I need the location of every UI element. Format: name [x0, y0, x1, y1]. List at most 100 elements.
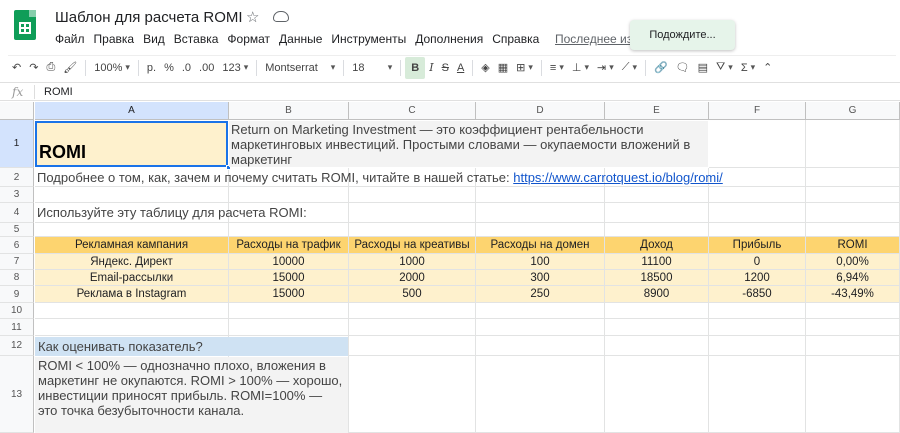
undo-icon[interactable]: ↶: [8, 57, 25, 79]
menu-addons[interactable]: Дополнения: [415, 32, 483, 46]
grid-cell[interactable]: [229, 187, 349, 203]
filter-icon[interactable]: ⛛: [712, 57, 737, 79]
grid-cell[interactable]: [709, 223, 806, 237]
table-header-income[interactable]: Доход: [605, 237, 709, 254]
insert-comment-icon[interactable]: 🗨: [672, 57, 694, 79]
zoom-select[interactable]: 100%: [90, 57, 134, 79]
table-cell-income[interactable]: 8900: [605, 286, 709, 303]
table-header-domain[interactable]: Расходы на домен: [476, 237, 605, 254]
grid-cell[interactable]: [229, 319, 349, 336]
font-family-select[interactable]: Montserrat: [261, 57, 339, 79]
table-cell-creatives[interactable]: 500: [349, 286, 476, 303]
grid-cell[interactable]: [806, 168, 900, 187]
grid-cell[interactable]: [35, 319, 229, 336]
table-cell-profit[interactable]: -6850: [709, 286, 806, 303]
vertical-align-icon[interactable]: ⊥: [568, 57, 593, 79]
grid-cell[interactable]: [709, 336, 806, 356]
grid-cell[interactable]: [349, 356, 476, 433]
column-header-g[interactable]: G: [806, 102, 900, 120]
row-header-4[interactable]: 4: [0, 203, 34, 223]
grid-cell[interactable]: [605, 187, 709, 203]
column-header-e[interactable]: E: [605, 102, 709, 120]
table-header-profit[interactable]: Прибыль: [709, 237, 806, 254]
menu-help[interactable]: Справка: [492, 32, 539, 46]
insert-chart-icon[interactable]: ▤: [694, 57, 712, 79]
grid-cell[interactable]: [476, 223, 605, 237]
column-header-a[interactable]: A: [35, 102, 229, 120]
increase-decimal-button[interactable]: .00: [195, 57, 218, 79]
text-color-button[interactable]: A: [453, 57, 468, 79]
cloud-status-icon[interactable]: [273, 11, 289, 22]
grid-cell[interactable]: [806, 223, 900, 237]
menu-edit[interactable]: Правка: [94, 32, 135, 46]
grid-cell[interactable]: [349, 303, 476, 319]
row-header-12[interactable]: 12: [0, 336, 34, 356]
menu-tools[interactable]: Инструменты: [331, 32, 406, 46]
grid-cell[interactable]: [806, 356, 900, 433]
row-header-3[interactable]: 3: [0, 187, 34, 203]
table-header-romi[interactable]: ROMI: [806, 237, 900, 254]
table-cell-romi[interactable]: -43,49%: [806, 286, 900, 303]
grid-cell[interactable]: [709, 303, 806, 319]
currency-format-button[interactable]: р.: [143, 57, 160, 79]
grid-cell[interactable]: [806, 303, 900, 319]
table-header-traffic[interactable]: Расходы на трафик: [229, 237, 349, 254]
grid-cell[interactable]: [349, 187, 476, 203]
table-cell-creatives[interactable]: 1000: [349, 254, 476, 270]
grid-cell[interactable]: [806, 336, 900, 356]
row-header-9[interactable]: 9: [0, 286, 34, 303]
formula-input[interactable]: ROMI: [44, 86, 73, 98]
table-header-campaign[interactable]: Рекламная кампания: [35, 237, 229, 254]
bold-button[interactable]: B: [405, 56, 426, 79]
last-edit-link[interactable]: Последнее изм: [555, 32, 640, 46]
grid-cell[interactable]: [806, 319, 900, 336]
table-cell-campaign[interactable]: Email-рассылки: [35, 270, 229, 286]
grid-cell[interactable]: [349, 223, 476, 237]
table-cell-traffic[interactable]: 15000: [229, 270, 349, 286]
row-header-8[interactable]: 8: [0, 270, 34, 286]
font-size-select[interactable]: 18: [348, 57, 396, 79]
column-header-d[interactable]: D: [476, 102, 605, 120]
grid-cell[interactable]: [476, 356, 605, 433]
table-cell-income[interactable]: 18500: [605, 270, 709, 286]
cell-a13-answer[interactable]: ROMI < 100% — однозначно плохо, вложения…: [35, 357, 348, 433]
article-link[interactable]: https://www.carrotquest.io/blog/romi/: [513, 170, 723, 185]
row-header-11[interactable]: 11: [0, 319, 34, 336]
grid-cell[interactable]: [476, 203, 605, 223]
row-header-13[interactable]: 13: [0, 356, 34, 433]
grid-cell[interactable]: [709, 319, 806, 336]
grid-cell[interactable]: [229, 303, 349, 319]
table-cell-profit[interactable]: 1200: [709, 270, 806, 286]
row-header-1[interactable]: 1: [0, 120, 34, 168]
menu-file[interactable]: Файл: [55, 32, 85, 46]
grid-cell[interactable]: [806, 187, 900, 203]
grid-cell[interactable]: [476, 303, 605, 319]
row-header-7[interactable]: 7: [0, 254, 34, 270]
grid-cell[interactable]: [349, 336, 476, 356]
table-cell-romi[interactable]: 6,94%: [806, 270, 900, 286]
column-header-b[interactable]: B: [229, 102, 349, 120]
table-cell-domain[interactable]: 250: [476, 286, 605, 303]
column-header-f[interactable]: F: [709, 102, 806, 120]
table-cell-traffic[interactable]: 10000: [229, 254, 349, 270]
row-header-10[interactable]: 10: [0, 303, 34, 319]
more-formats-select[interactable]: 123: [218, 57, 252, 79]
grid-cell[interactable]: [709, 168, 806, 187]
grid-cell[interactable]: [605, 203, 709, 223]
percent-format-button[interactable]: %: [160, 57, 178, 79]
paint-format-icon[interactable]: 🖌: [59, 57, 81, 79]
cell-a4-instruction[interactable]: Используйте эту таблицу для расчета ROMI…: [37, 205, 307, 220]
grid-cell[interactable]: [605, 356, 709, 433]
row-header-6[interactable]: 6: [0, 237, 34, 254]
grid-cell[interactable]: [35, 187, 229, 203]
text-wrap-icon[interactable]: ⇥: [593, 57, 618, 79]
table-cell-campaign[interactable]: Реклама в Instagram: [35, 286, 229, 303]
table-cell-domain[interactable]: 300: [476, 270, 605, 286]
fill-color-icon[interactable]: ◈: [477, 57, 493, 79]
functions-icon[interactable]: Σ: [737, 57, 759, 79]
menu-insert[interactable]: Вставка: [174, 32, 219, 46]
grid-cell[interactable]: [349, 319, 476, 336]
table-cell-domain[interactable]: 100: [476, 254, 605, 270]
insert-link-icon[interactable]: 🔗: [650, 57, 672, 79]
grid-cell[interactable]: [476, 336, 605, 356]
